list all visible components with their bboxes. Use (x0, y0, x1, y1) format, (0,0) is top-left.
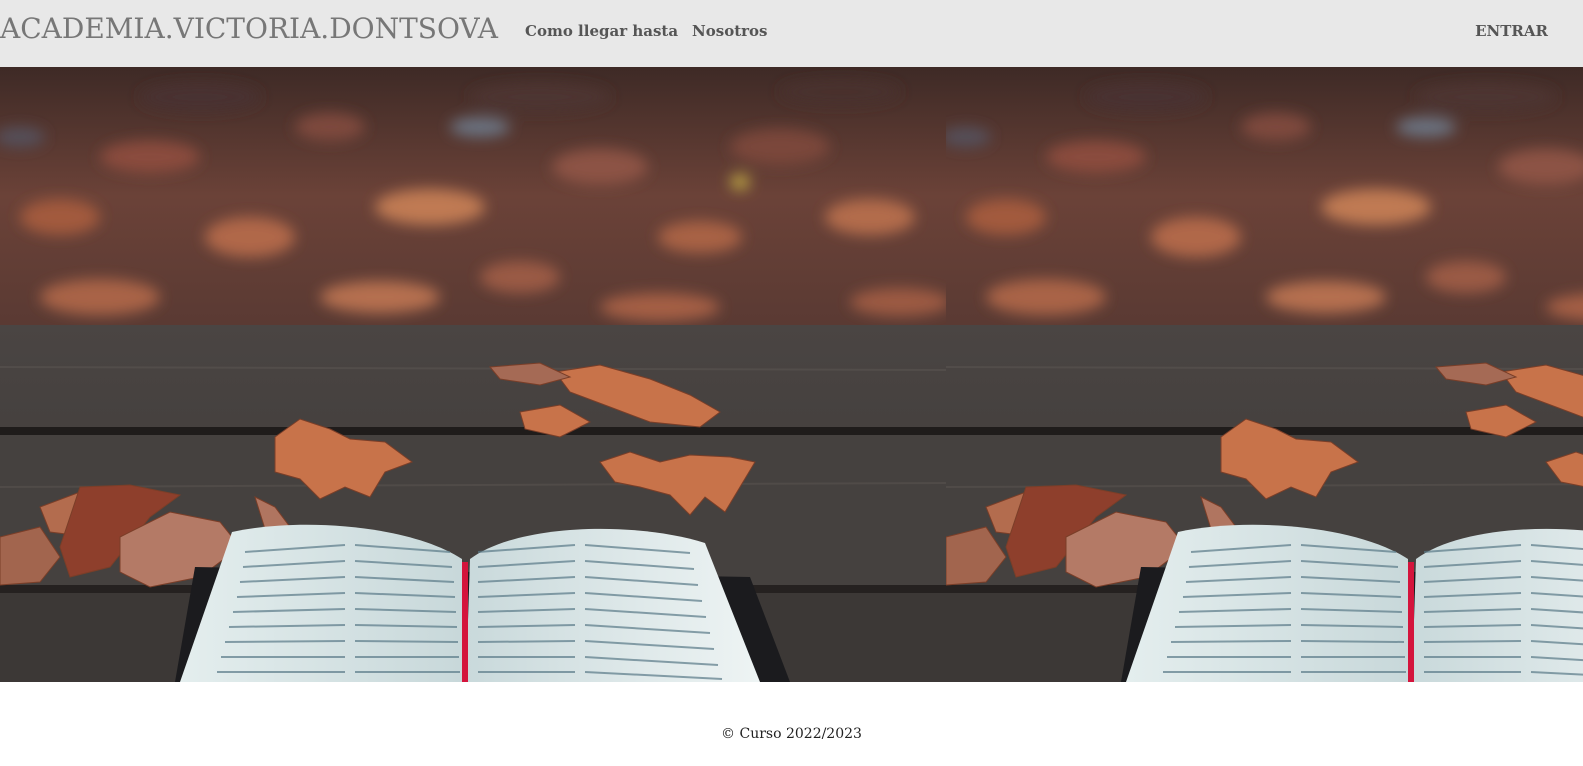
nav-link-nosotros[interactable]: Nosotros (692, 22, 767, 40)
autumn-bible-illustration (0, 67, 946, 682)
hero-image-tile-repeat (946, 67, 1583, 682)
login-link[interactable]: ENTRAR (1475, 22, 1548, 40)
top-navbar: ACADEMIA.VICTORIA.DONTSOVA Como llegar h… (0, 0, 1583, 67)
hero-image-tile (0, 67, 946, 682)
hero-background-image (0, 67, 1583, 682)
autumn-bible-illustration-repeat (946, 67, 1583, 682)
brand-logo-link[interactable]: ACADEMIA.VICTORIA.DONTSOVA (0, 12, 498, 45)
footer-copyright: © Curso 2022/2023 (721, 726, 862, 742)
nav-link-como-llegar[interactable]: Como llegar hasta (525, 22, 678, 40)
nav-links: Como llegar hasta Nosotros (525, 22, 768, 40)
